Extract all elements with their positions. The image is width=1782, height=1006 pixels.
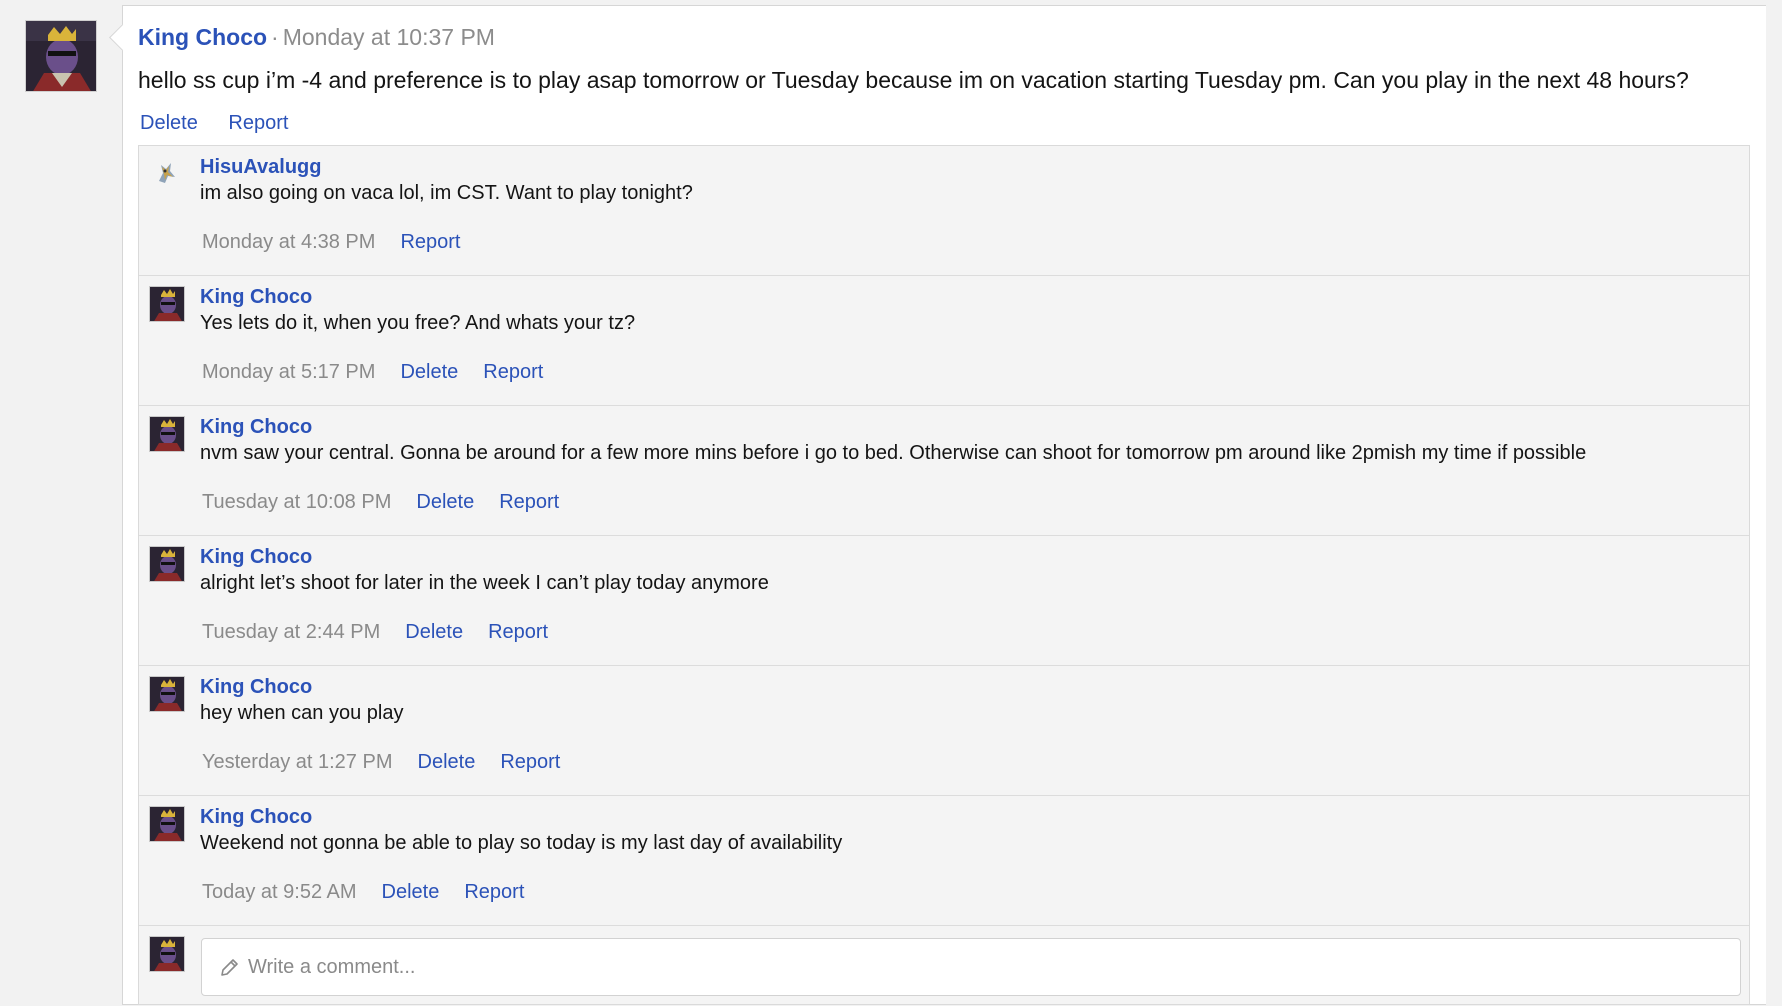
comment-text: hey when can you play bbox=[200, 702, 404, 724]
comment-meta: Yesterday at 1:27 PM Delete Report bbox=[202, 751, 585, 774]
comment-item: King Choco nvm saw your central. Gonna b… bbox=[139, 406, 1749, 536]
comment-report-link[interactable]: Report bbox=[500, 751, 560, 773]
post-delete-link[interactable]: Delete bbox=[140, 112, 198, 134]
comment-author[interactable]: King Choco bbox=[200, 806, 312, 829]
post-header-separator: · bbox=[271, 24, 279, 50]
pencil-icon bbox=[221, 959, 238, 976]
comment-meta: Today at 9:52 AM Delete Report bbox=[202, 881, 549, 904]
comment-author[interactable]: King Choco bbox=[200, 676, 312, 699]
comment-input[interactable]: Write a comment... bbox=[201, 938, 1741, 996]
comment-author[interactable]: King Choco bbox=[200, 416, 312, 439]
comment-report-link[interactable]: Report bbox=[483, 361, 543, 383]
comment-timestamp[interactable]: Monday at 4:38 PM bbox=[202, 231, 375, 253]
comment-delete-link[interactable]: Delete bbox=[405, 621, 463, 643]
comment-delete-link[interactable]: Delete bbox=[382, 881, 440, 903]
commenter-avatar[interactable] bbox=[149, 416, 185, 452]
avatar-image bbox=[150, 677, 184, 711]
comment-text: Yes lets do it, when you free? And whats… bbox=[200, 312, 636, 334]
post-card-arrow bbox=[109, 24, 136, 51]
comment-author[interactable]: King Choco bbox=[200, 286, 312, 309]
comment-author[interactable]: King Choco bbox=[200, 546, 312, 569]
comment-delete-link[interactable]: Delete bbox=[416, 491, 474, 513]
comment-meta: Tuesday at 2:44 PM Delete Report bbox=[202, 621, 573, 644]
avatar-image bbox=[150, 807, 184, 841]
post-report-link[interactable]: Report bbox=[228, 112, 288, 134]
comment-report-link[interactable]: Report bbox=[400, 231, 460, 253]
current-user-avatar bbox=[149, 936, 185, 972]
comment-report-link[interactable]: Report bbox=[488, 621, 548, 643]
avatar-image bbox=[150, 417, 184, 451]
comment-meta: Monday at 4:38 PM Report bbox=[202, 231, 485, 254]
avatar-image bbox=[150, 547, 184, 581]
comment-list: HisuAvalugg im also going on vaca lol, i… bbox=[138, 145, 1750, 1005]
post-actions: Delete Report bbox=[140, 112, 313, 135]
comment-item: King Choco hey when can you play Yesterd… bbox=[139, 666, 1749, 796]
comment-item: HisuAvalugg im also going on vaca lol, i… bbox=[139, 146, 1749, 276]
commenter-avatar[interactable] bbox=[149, 806, 185, 842]
comment-report-link[interactable]: Report bbox=[499, 491, 559, 513]
comment-timestamp[interactable]: Today at 9:52 AM bbox=[202, 881, 357, 903]
comment-text: Weekend not gonna be able to play so tod… bbox=[200, 832, 843, 854]
comment-author[interactable]: HisuAvalugg bbox=[200, 156, 322, 179]
pokemon-avatar-icon bbox=[159, 163, 175, 183]
post-header: King Choco · Monday at 10:37 PM bbox=[138, 24, 495, 51]
post-author-avatar[interactable] bbox=[25, 20, 97, 92]
comment-item: King Choco Weekend not gonna be able to … bbox=[139, 796, 1749, 926]
post-timestamp[interactable]: Monday at 10:37 PM bbox=[283, 24, 495, 50]
comment-text: nvm saw your central. Gonna be around fo… bbox=[200, 442, 1587, 464]
comment-timestamp[interactable]: Tuesday at 10:08 PM bbox=[202, 491, 391, 513]
commenter-avatar[interactable] bbox=[149, 286, 185, 322]
comment-delete-link[interactable]: Delete bbox=[400, 361, 458, 383]
comment-text: im also going on vaca lol, im CST. Want … bbox=[200, 182, 693, 204]
comment-timestamp[interactable]: Tuesday at 2:44 PM bbox=[202, 621, 380, 643]
avatar-image bbox=[26, 21, 96, 91]
comment-item: King Choco Yes lets do it, when you free… bbox=[139, 276, 1749, 406]
post-body: hello ss cup i’m -4 and preference is to… bbox=[138, 67, 1689, 93]
comment-timestamp[interactable]: Monday at 5:17 PM bbox=[202, 361, 375, 383]
commenter-avatar[interactable] bbox=[153, 159, 179, 185]
comment-text: alright let’s shoot for later in the wee… bbox=[200, 572, 769, 594]
comment-delete-link[interactable]: Delete bbox=[418, 751, 476, 773]
post-author-name[interactable]: King Choco bbox=[138, 24, 267, 50]
comment-composer: Write a comment... bbox=[139, 926, 1749, 1006]
comment-meta: Tuesday at 10:08 PM Delete Report bbox=[202, 491, 584, 514]
avatar-image bbox=[150, 287, 184, 321]
commenter-avatar[interactable] bbox=[149, 676, 185, 712]
comment-meta: Monday at 5:17 PM Delete Report bbox=[202, 361, 568, 384]
comment-timestamp[interactable]: Yesterday at 1:27 PM bbox=[202, 751, 393, 773]
commenter-avatar[interactable] bbox=[149, 546, 185, 582]
comment-report-link[interactable]: Report bbox=[464, 881, 524, 903]
avatar-image bbox=[150, 937, 184, 971]
comment-input-placeholder: Write a comment... bbox=[248, 956, 416, 978]
comment-item: King Choco alright let’s shoot for later… bbox=[139, 536, 1749, 666]
